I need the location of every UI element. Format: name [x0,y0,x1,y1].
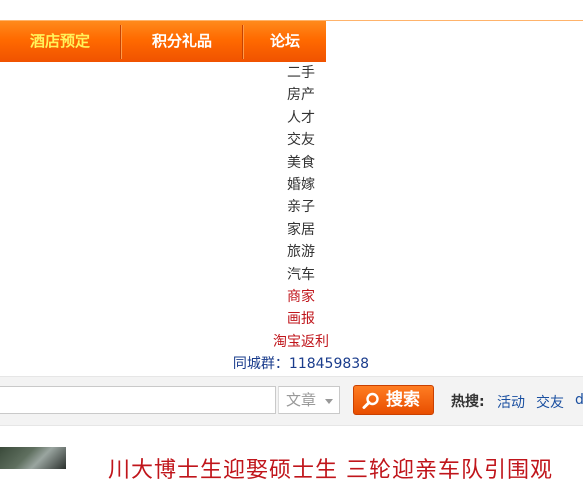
top-strip [0,0,583,20]
city-group-number: 118459838 [288,356,370,373]
city-group-label: 同城群： [232,356,289,373]
dropdown-item-cars[interactable]: 汽车 [220,264,382,286]
search-input[interactable] [0,386,276,414]
hot-search-link[interactable]: d [575,392,583,408]
dropdown-item-dating[interactable]: 交友 [220,129,382,151]
search-bar: 文章 搜索 热搜: 活动 交友 d [0,376,583,426]
dropdown-item-home[interactable]: 家居 [220,219,382,241]
search-type-select[interactable]: 文章 [278,386,340,414]
nav-divider [242,25,243,59]
nav-blank-area [326,21,583,62]
hot-search-link[interactable]: 活动 [497,392,525,412]
nav-points-gifts[interactable]: 积分礼品 [122,21,242,62]
search-icon [362,392,379,409]
article-thumbnail[interactable] [0,447,66,469]
dropdown-item-wedding[interactable]: 婚嫁 [220,174,382,196]
dropdown-item-pictorial[interactable]: 画报 [220,308,382,330]
search-button-label: 搜索 [386,390,420,410]
dropdown-item-parenting[interactable]: 亲子 [220,196,382,218]
chevron-down-icon [325,399,333,404]
hot-search-label: 热搜: [451,394,485,410]
dropdown-item-merchants[interactable]: 商家 [220,286,382,308]
dropdown-item-taobao-rebate[interactable]: 淘宝返利 [220,331,382,353]
dropdown-item-secondhand[interactable]: 二手 [220,62,382,84]
article-headline[interactable]: 川大博士生迎娶硕士生 三轮迎亲车队引围观 [108,452,553,484]
dropdown-item-city-group[interactable]: 同城群：118459838 [220,353,382,375]
dropdown-item-realestate[interactable]: 房产 [220,84,382,106]
forum-dropdown-menu: 二手 房产 人才 交友 美食 婚嫁 亲子 家居 旅游 汽车 商家 画报 淘宝返利… [220,62,382,375]
dropdown-item-food[interactable]: 美食 [220,152,382,174]
dropdown-item-travel[interactable]: 旅游 [220,241,382,263]
search-type-label: 文章 [286,391,317,409]
search-button[interactable]: 搜索 [353,385,434,415]
nav-divider [120,25,121,59]
nav-hotel-booking[interactable]: 酒店预定 [0,21,120,62]
hot-search-link[interactable]: 交友 [536,392,564,412]
nav-forum[interactable]: 论坛 [244,21,326,62]
main-nav-bar: 酒店预定 积分礼品 论坛 [0,20,583,62]
dropdown-item-jobs[interactable]: 人才 [220,107,382,129]
